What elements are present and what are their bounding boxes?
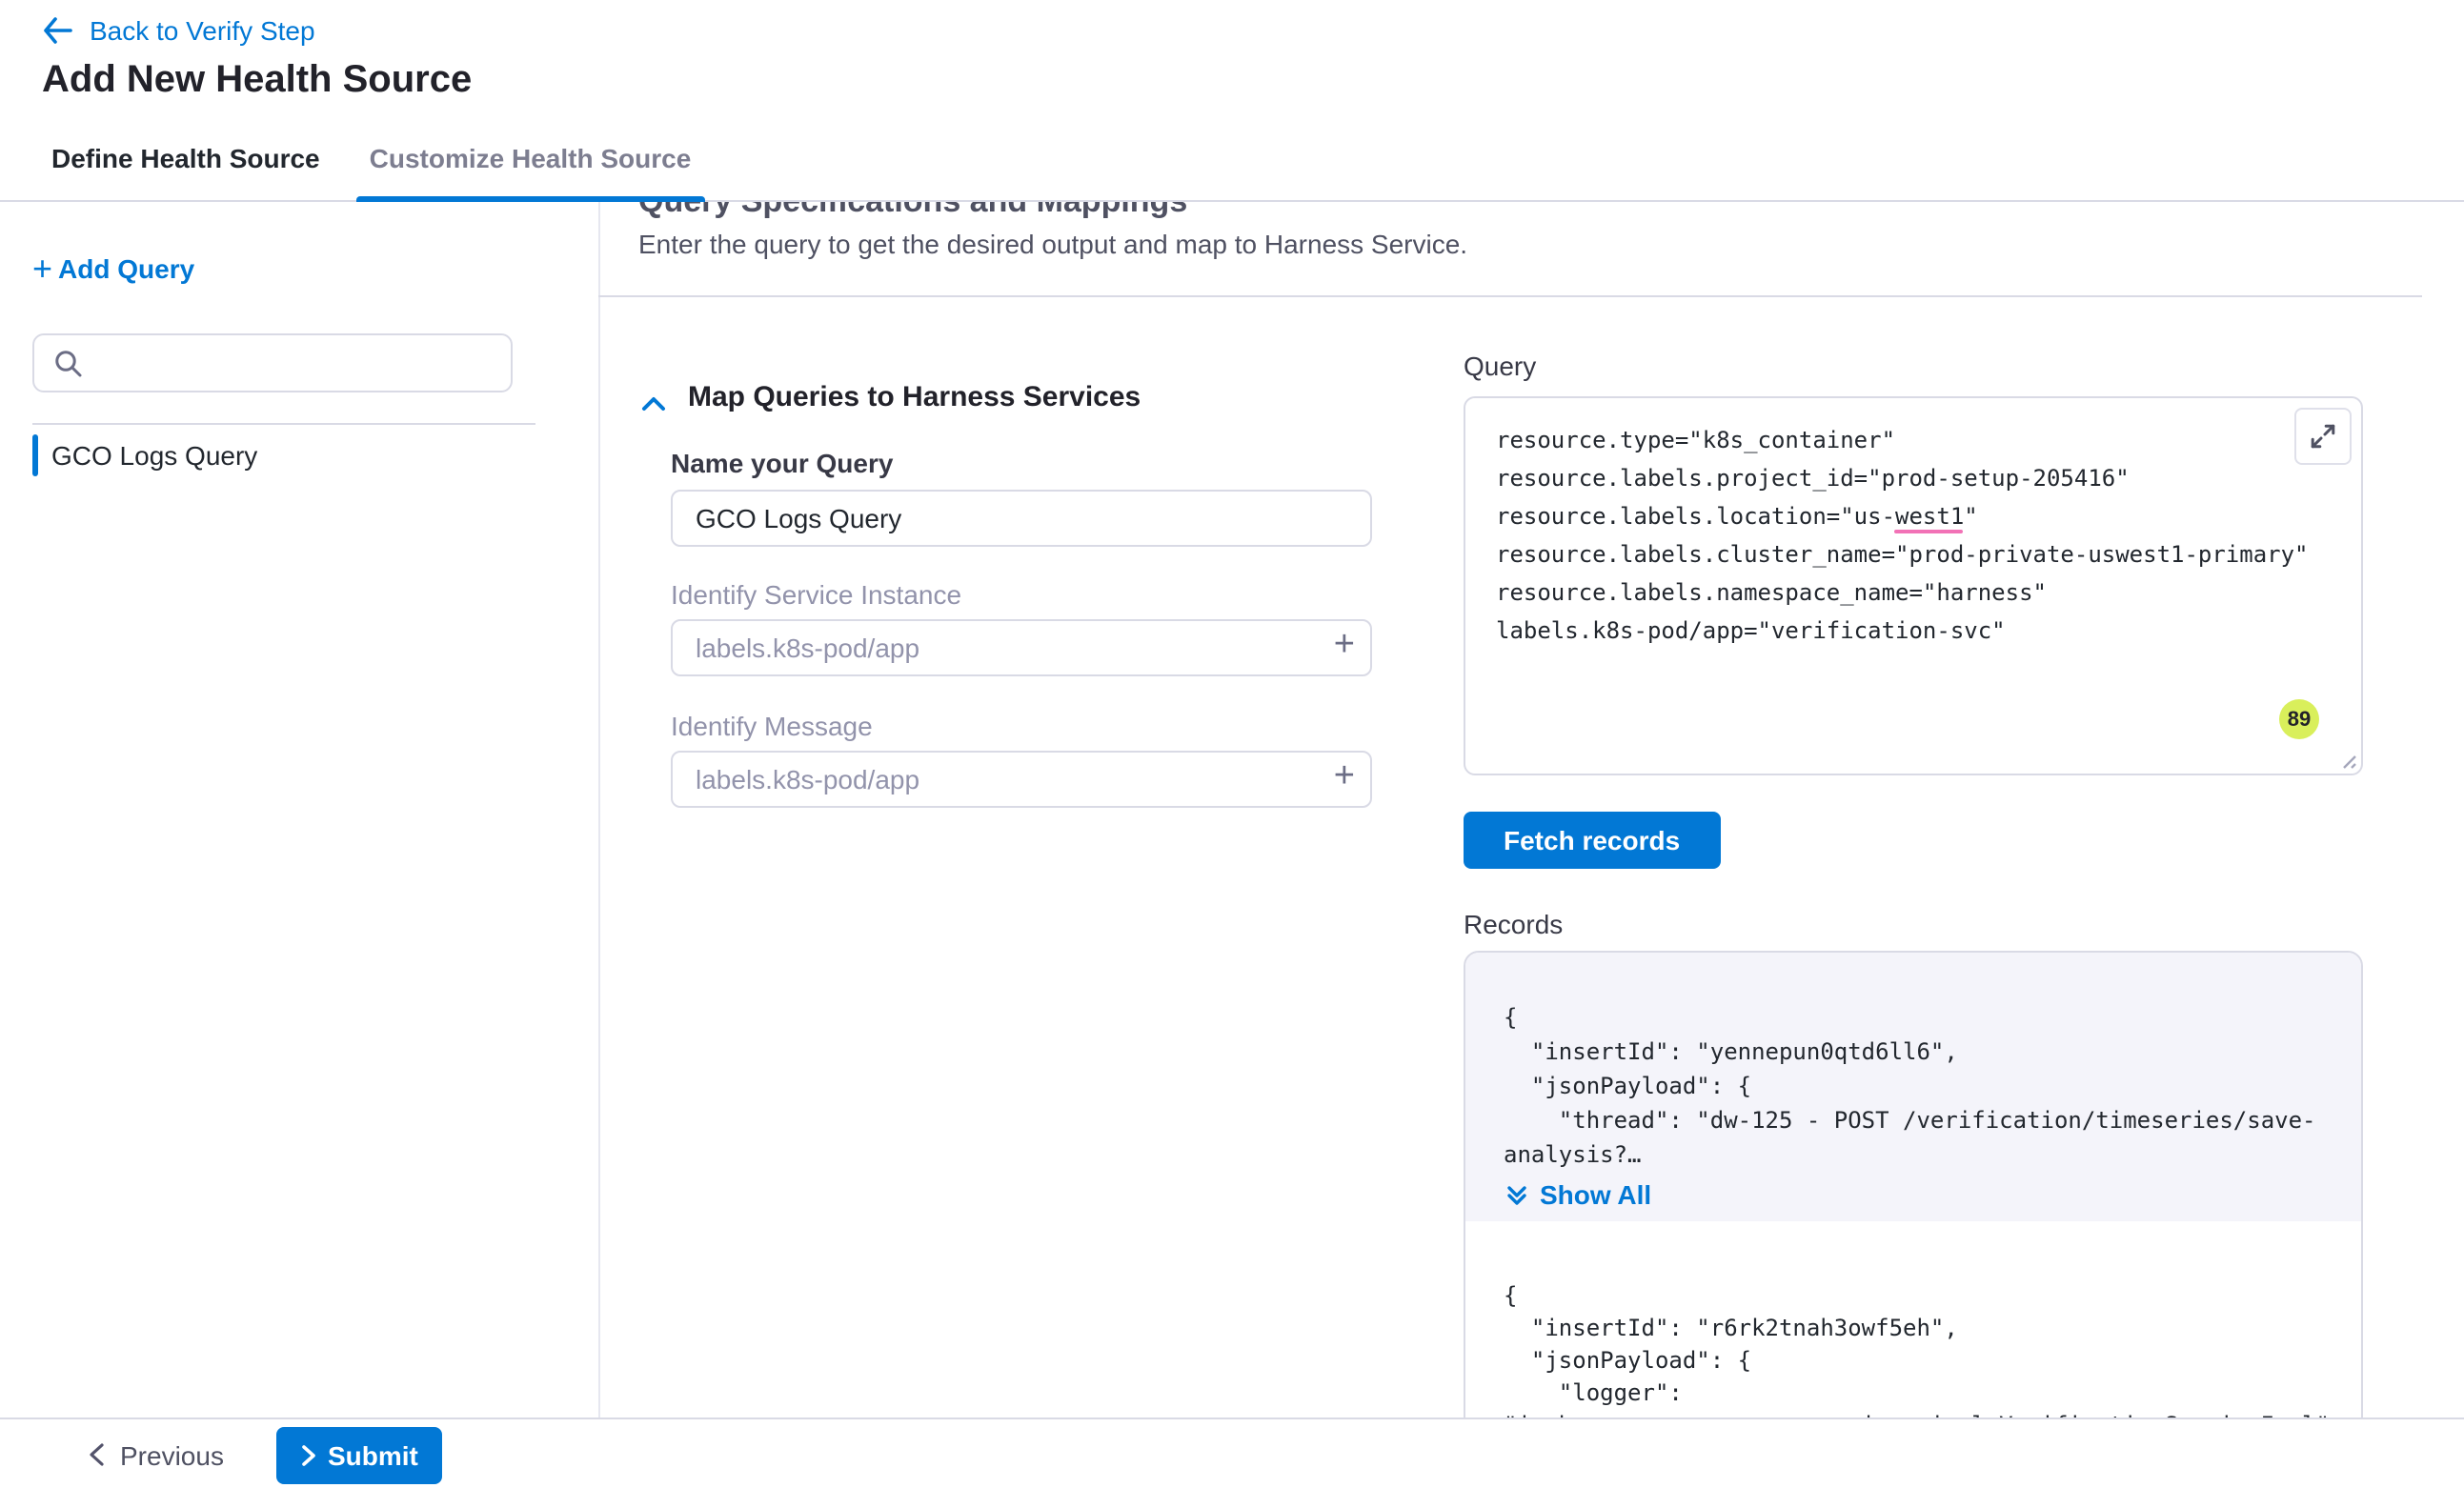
section-subheading: Enter the query to get the desired outpu… [638, 229, 1467, 259]
query-item-label: GCO Logs Query [51, 440, 257, 471]
plus-icon: + [32, 255, 52, 282]
content-divider [598, 295, 2422, 297]
add-query-button[interactable]: + Add Query [32, 253, 194, 284]
query-name-input[interactable] [671, 490, 1372, 547]
service-instance-add-button[interactable]: + [1334, 625, 1355, 667]
search-box [32, 333, 513, 392]
service-instance-field: + [671, 619, 1372, 676]
query-editor: resource.type="k8s_container" resource.l… [1464, 396, 2363, 775]
show-all-link[interactable]: Show All [1465, 1179, 2361, 1210]
record-block: { "insertId": "yennepun0qtd6ll6", "jsonP… [1465, 953, 2361, 1221]
footer: Previous Submit [0, 1418, 2464, 1488]
app-root: Back to Verify Step Add New Health Sourc… [0, 0, 2464, 1488]
fetch-records-button[interactable]: Fetch records [1464, 812, 1720, 869]
back-link-label: Back to Verify Step [90, 15, 315, 46]
resize-handle[interactable] [2336, 749, 2357, 770]
query-list-item[interactable]: GCO Logs Query [32, 431, 566, 480]
records-label: Records [1464, 909, 1563, 939]
page-header: Back to Verify Step Add New Health Sourc… [0, 0, 2464, 202]
tab-customize-label: Customize Health Source [370, 143, 692, 173]
sidebar-divider [32, 423, 535, 425]
arrow-left-icon [42, 17, 72, 44]
sidebar: + Add Query GCO Logs Query [0, 200, 598, 1418]
page-title: Add New Health Source [42, 59, 472, 103]
tab-bar: Define Health Source Customize Health So… [0, 116, 704, 200]
previous-button[interactable]: Previous [88, 1419, 224, 1488]
service-instance-input[interactable] [671, 619, 1372, 676]
add-query-label: Add Query [58, 253, 194, 284]
submit-label: Submit [328, 1440, 418, 1471]
collapse-section-button[interactable] [638, 389, 669, 419]
show-all-label: Show All [1540, 1179, 1651, 1210]
expand-icon [2310, 423, 2336, 450]
tab-customize-health-source[interactable]: Customize Health Source [356, 116, 705, 200]
submit-button[interactable]: Submit [276, 1427, 443, 1484]
double-chevron-down-icon [1505, 1182, 1528, 1207]
record-json: { "insertId": "r6rk2tnah3owf5eh", "jsonP… [1465, 1280, 2361, 1418]
previous-label: Previous [120, 1439, 224, 1470]
section-heading: Query Specifications and Mappings [638, 200, 1187, 221]
identify-message-label: Identify Message [671, 711, 873, 741]
tab-define-health-source[interactable]: Define Health Source [38, 116, 333, 200]
query-name-field [671, 490, 1372, 547]
back-link[interactable]: Back to Verify Step [42, 15, 315, 46]
spellcheck-underline [1894, 530, 1963, 533]
active-tab-underline [356, 196, 705, 202]
identify-message-input[interactable] [671, 751, 1372, 808]
selected-indicator [32, 434, 38, 476]
content-area: + Add Query GCO Logs Query Query Specifi… [0, 200, 2464, 1418]
identify-message-field: + [671, 751, 1372, 808]
query-text[interactable]: resource.type="k8s_container" resource.l… [1465, 398, 2361, 673]
identify-service-instance-label: Identify Service Instance [671, 579, 961, 610]
name-your-query-label: Name your Query [671, 448, 893, 478]
main-panel: Query Specifications and Mappings Enter … [598, 200, 2464, 1418]
chevron-up-icon [638, 389, 669, 419]
identify-message-add-button[interactable]: + [1334, 756, 1355, 798]
query-label: Query [1464, 351, 1536, 381]
expand-button[interactable] [2294, 408, 2352, 465]
tab-define-label: Define Health Source [51, 143, 320, 173]
record-json: { "insertId": "yennepun0qtd6ll6", "jsonP… [1465, 1000, 2361, 1172]
char-count-badge: 89 [2279, 699, 2319, 739]
chevron-right-icon [301, 1444, 316, 1467]
chevron-left-icon [88, 1442, 105, 1467]
records-panel: { "insertId": "yennepun0qtd6ll6", "jsonP… [1464, 951, 2363, 1418]
map-queries-title: Map Queries to Harness Services [688, 381, 1141, 413]
search-input[interactable] [34, 335, 511, 391]
